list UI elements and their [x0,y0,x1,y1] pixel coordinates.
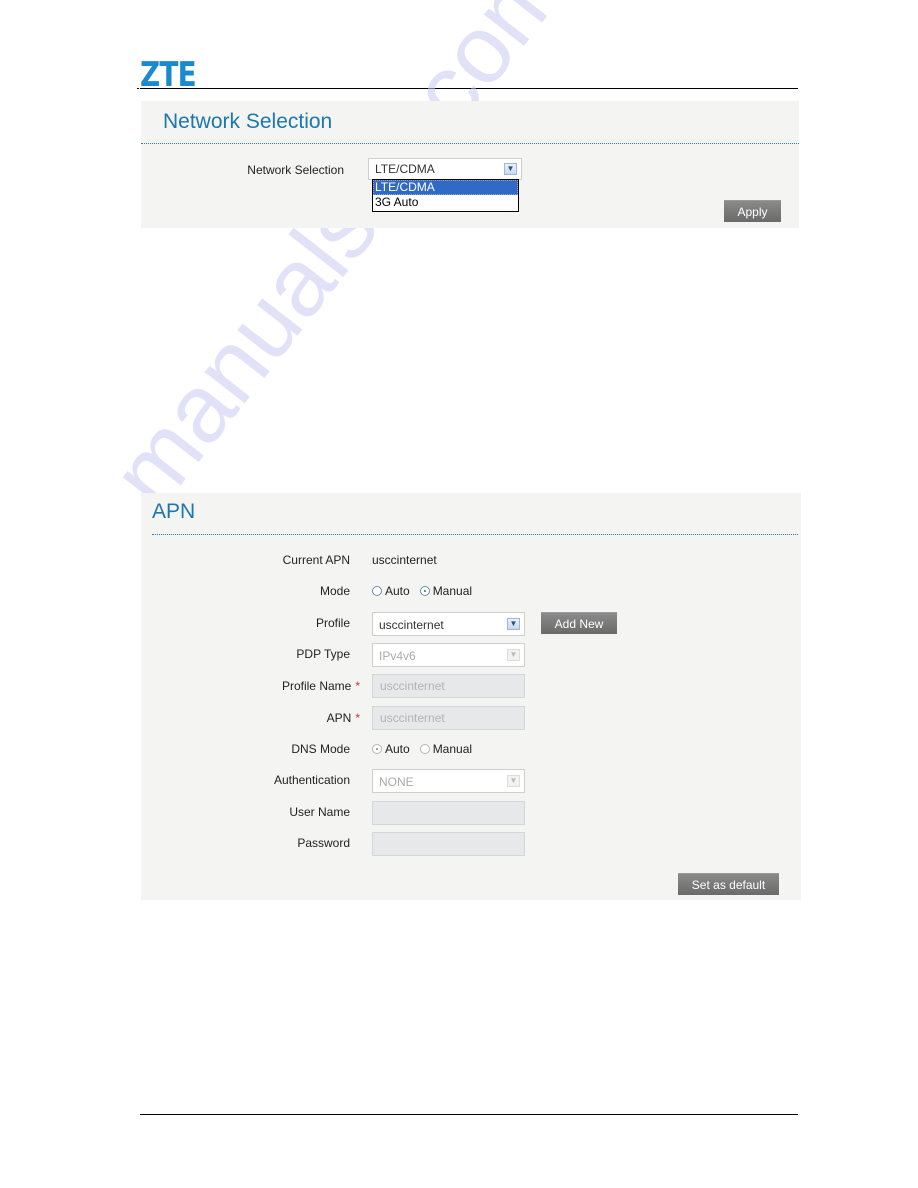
profile-value: usccinternet [379,618,444,632]
dropdown-option-3g-auto[interactable]: 3G Auto [373,195,518,210]
network-selection-value: LTE/CDMA [375,162,435,176]
radio-icon[interactable] [419,744,430,754]
footer-rule [140,1114,798,1115]
authentication-label: Authentication [273,773,350,787]
authentication-value: NONE [379,775,414,789]
user-name-input[interactable] [372,801,525,825]
radio-icon[interactable] [372,586,382,596]
password-input[interactable] [372,832,525,856]
password-label: Password [297,836,350,850]
header-rule [140,88,798,89]
chevron-down-icon: ▼ [507,649,520,661]
user-name-label: User Name [289,805,350,819]
profile-name-input[interactable]: usccinternet [372,674,525,698]
add-new-button[interactable]: Add New [541,612,617,634]
required-mark: * [355,711,360,725]
dns-mode-label: DNS Mode [291,742,350,756]
current-apn-value: usccinternet [372,553,437,567]
required-mark: * [355,679,360,693]
chevron-down-icon[interactable]: ▼ [507,618,520,630]
apn-title: APN [152,500,196,523]
mode-manual-label: Manual [432,584,473,598]
network-selection-select[interactable]: LTE/CDMA ▼ [368,158,522,180]
apply-button[interactable]: Apply [724,200,781,222]
apn-divider [152,534,798,535]
profile-label: Profile [315,616,350,630]
radio-icon[interactable] [372,744,382,754]
mode-auto-label: Auto [385,584,410,598]
pdp-type-label: PDP Type [296,647,350,661]
profile-name-label: Profile Name * [282,679,360,693]
network-selection-divider [141,143,799,144]
dns-auto-label: Auto [385,742,410,756]
dropdown-option-lte-cdma[interactable]: LTE/CDMA [373,180,518,195]
mode-label: Mode [319,584,350,598]
header-rule-tick [137,88,139,89]
network-selection-label: Network Selection [247,163,344,177]
network-selection-title: Network Selection [163,110,333,133]
apn-field-label-text: APN [326,711,352,725]
mode-manual-radio[interactable]: Manual [419,584,473,598]
profile-name-label-text: Profile Name [281,679,352,693]
network-selection-dropdown: LTE/CDMA 3G Auto [372,179,519,212]
dns-auto-radio[interactable]: Auto [372,742,410,756]
dns-manual-radio[interactable]: Manual [419,742,473,756]
zte-logo: ZTE [140,55,197,95]
current-apn-label: Current APN [282,553,350,567]
pdp-type-value: IPv4v6 [379,649,416,663]
authentication-select[interactable]: NONE ▼ [372,769,525,793]
apn-input[interactable]: usccinternet [372,706,525,730]
profile-select[interactable]: usccinternet ▼ [372,612,525,636]
set-as-default-button[interactable]: Set as default [678,873,779,895]
mode-radio-group: Auto Manual [372,584,482,598]
dns-manual-label: Manual [432,742,473,756]
dns-mode-radio-group: Auto Manual [372,742,482,756]
mode-auto-radio[interactable]: Auto [372,584,410,598]
radio-icon[interactable] [419,586,430,596]
pdp-type-select[interactable]: IPv4v6 ▼ [372,643,525,667]
chevron-down-icon: ▼ [507,775,520,787]
chevron-down-icon[interactable]: ▼ [504,163,517,175]
apn-field-label: APN * [327,711,360,725]
